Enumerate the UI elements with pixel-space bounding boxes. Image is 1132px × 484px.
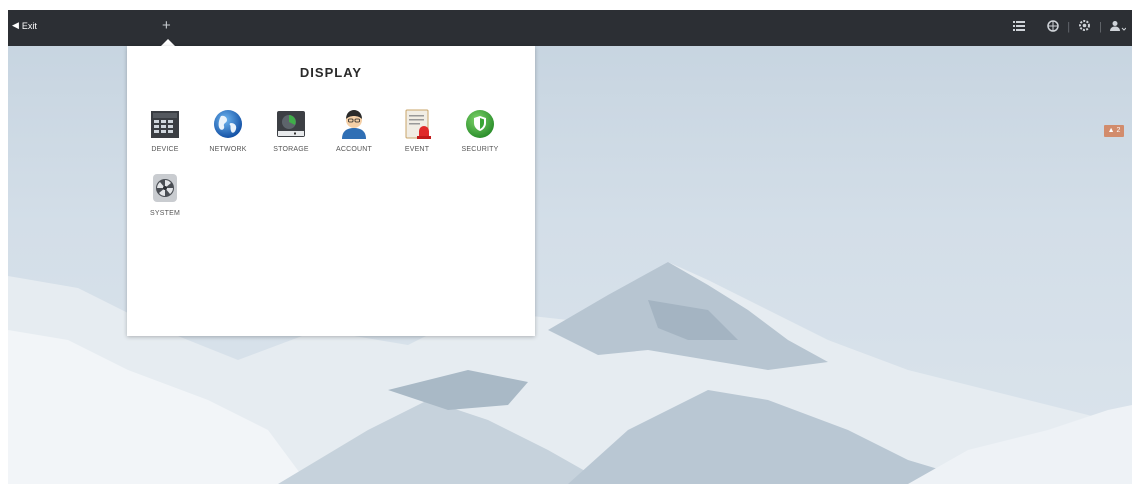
menu-item-label: DEVICE [151,146,179,153]
event-icon [405,109,431,139]
menu-item-security[interactable]: SECURITY [452,108,508,153]
exit-label: Exit [21,20,37,31]
warning-icon: ▲ [1107,127,1115,134]
alarm-count: 2 [1116,127,1121,134]
exit-button[interactable]: ◀ Exit [12,20,37,31]
app-frame: ◀ Exit + | | ▲ 2 DISPLAY DEVICE NETWORK … [8,10,1132,484]
network-globe-icon [214,110,242,138]
back-arrow-icon: ◀ [12,20,19,30]
menu-item-device[interactable]: DEVICE [137,108,193,153]
security-shield-icon [466,110,494,138]
menu-item-label: STORAGE [273,146,309,153]
top-bar: ◀ Exit + | | [8,10,1132,46]
account-icon [342,110,366,139]
menu-item-label: SYSTEM [150,210,180,217]
storage-icon [277,111,305,137]
gear-icon[interactable] [1078,19,1091,35]
network-status-icon[interactable] [1047,19,1060,35]
separator: | [1067,21,1071,33]
task-list-icon[interactable] [1013,20,1026,34]
system-fan-icon [153,174,177,202]
user-menu-icon[interactable] [1110,20,1127,35]
alarm-badge[interactable]: ▲ 2 [1104,125,1124,137]
separator: | [1099,21,1102,33]
menu-item-label: NETWORK [209,146,247,153]
menu-item-system[interactable]: SYSTEM [137,172,193,217]
add-tab-button[interactable]: + [162,17,171,34]
menu-item-label: EVENT [404,146,430,153]
menu-item-account[interactable]: ACCOUNT [326,108,382,153]
panel-title: DISPLAY [299,65,363,80]
menu-item-storage[interactable]: STORAGE [263,108,319,153]
device-icon [151,111,179,138]
topbar-right-tools: | | [1013,19,1127,35]
display-menu-panel: DISPLAY DEVICE NETWORK STORAGE ACCOUNT E… [127,46,535,336]
menu-item-label: ACCOUNT [335,146,372,153]
menu-item-event[interactable]: EVENT [389,108,445,153]
menu-item-network[interactable]: NETWORK [200,108,256,153]
menu-item-label: SECURITY [461,146,499,153]
